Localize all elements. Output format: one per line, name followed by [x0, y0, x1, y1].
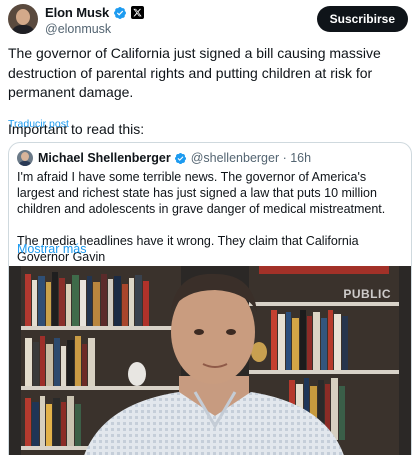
quoted-tweet-header: Michael Shellenberger @shellenberger · 1… [17, 150, 311, 166]
author-name-block: Elon Musk @elonmusk [45, 5, 145, 36]
video-player[interactable]: PUBLIC [9, 266, 411, 455]
quoted-text-paragraph-1: I'm afraid I have some terrible news. Th… [17, 170, 386, 216]
subscribe-button[interactable]: Suscribirse [316, 6, 408, 32]
author-avatar[interactable] [8, 4, 38, 34]
verified-check-icon [114, 6, 127, 19]
show-more-link[interactable]: Mostrar más [17, 242, 86, 256]
author-display-name[interactable]: Elon Musk [45, 5, 109, 20]
tweet-text-paragraph-1: The governor of California just signed a… [8, 45, 381, 100]
quoted-author-avatar [17, 150, 33, 166]
quoted-verified-check-icon [174, 152, 186, 164]
tweet-card: Elon Musk @elonmusk Suscribirse The gove… [0, 0, 420, 455]
quoted-tweet[interactable]: Michael Shellenberger @shellenberger · 1… [8, 142, 412, 455]
quoted-author-handle-time: @shellenberger · 16h [190, 151, 312, 165]
translate-post-link[interactable]: Traducir post [8, 118, 69, 130]
x-affiliation-icon [131, 6, 145, 19]
video-watermark: PUBLIC [343, 287, 391, 301]
tweet-header: Elon Musk @elonmusk Suscribirse [8, 4, 412, 36]
quoted-author-name: Michael Shellenberger [38, 151, 171, 165]
author-handle[interactable]: @elonmusk [45, 22, 144, 36]
